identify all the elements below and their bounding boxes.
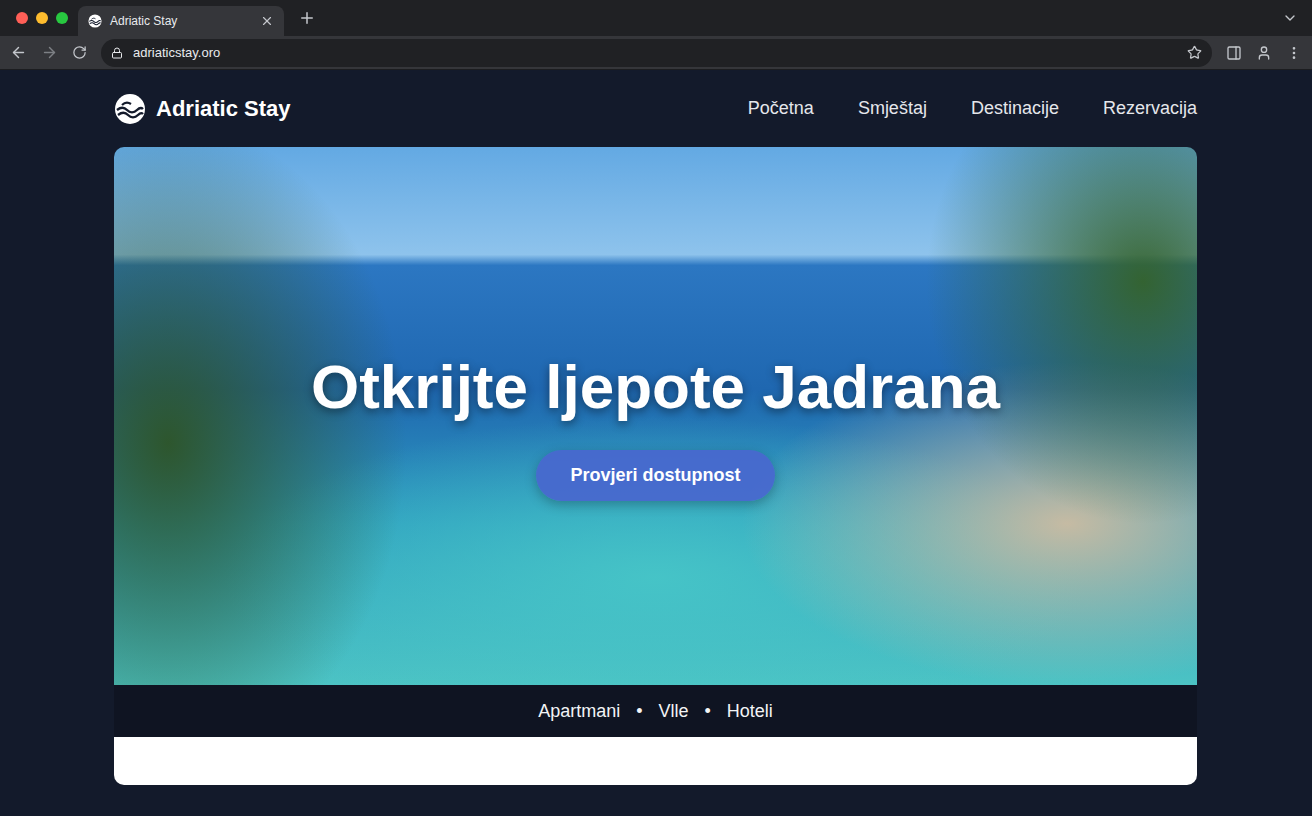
- reload-icon: [72, 45, 87, 60]
- favicon-icon: [88, 14, 102, 28]
- wave-logo-icon: [114, 93, 146, 125]
- side-panel-icon: [1226, 45, 1242, 61]
- nav-link[interactable]: Rezervacija: [1103, 98, 1197, 119]
- brand[interactable]: Adriatic Stay: [114, 93, 291, 125]
- menu-button[interactable]: [1286, 45, 1302, 61]
- chevron-down-icon: [1282, 10, 1298, 26]
- separator: •: [636, 701, 642, 722]
- tab-list-button[interactable]: [1282, 10, 1298, 26]
- content-panel: [114, 737, 1197, 785]
- maximize-window-button[interactable]: [56, 12, 68, 24]
- hero-title: Otkrijte ljepote Jadrana: [311, 351, 1000, 422]
- more-icon: [1286, 45, 1302, 61]
- brand-name: Adriatic Stay: [156, 96, 291, 122]
- browser-tab[interactable]: Adriatic Stay: [78, 6, 284, 36]
- close-window-button[interactable]: [16, 12, 28, 24]
- tab-title: Adriatic Stay: [110, 14, 252, 28]
- minimize-window-button[interactable]: [36, 12, 48, 24]
- page: Adriatic Stay Početna Smještaj Destinacije R…: [114, 70, 1197, 785]
- site-header: Adriatic Stay Početna Smještaj Destinacije R…: [114, 70, 1197, 147]
- new-tab-button[interactable]: [298, 9, 316, 27]
- category-link[interactable]: Apartmani: [538, 701, 620, 722]
- category-link[interactable]: Hoteli: [727, 701, 773, 722]
- plus-icon: [298, 9, 316, 27]
- tab-bar: Adriatic Stay: [0, 0, 1312, 36]
- back-button[interactable]: [10, 44, 27, 61]
- forward-button[interactable]: [41, 44, 58, 61]
- separator: •: [705, 701, 711, 722]
- window-controls: [16, 12, 68, 24]
- star-icon: [1187, 45, 1202, 60]
- user-icon: [1256, 45, 1272, 61]
- hero-photo: Otkrijte ljepote Jadrana Provjeri dostupn…: [114, 147, 1197, 685]
- nav-link[interactable]: Smještaj: [858, 98, 927, 119]
- bookmark-button[interactable]: [1187, 45, 1202, 60]
- nav-link[interactable]: Destinacije: [971, 98, 1059, 119]
- close-icon: [260, 14, 274, 28]
- side-panel-button[interactable]: [1226, 45, 1242, 61]
- browser-toolbar: adriaticstay.oro: [0, 36, 1312, 70]
- profile-button[interactable]: [1256, 45, 1272, 61]
- arrow-right-icon: [41, 44, 58, 61]
- main-nav: Početna Smještaj Destinacije Rezervacija: [748, 98, 1197, 119]
- close-tab-button[interactable]: [260, 14, 274, 28]
- reload-button[interactable]: [72, 45, 87, 60]
- category-link[interactable]: Vlle: [659, 701, 689, 722]
- address-bar[interactable]: adriaticstay.oro: [101, 39, 1212, 67]
- category-strip: Apartmani • Vlle • Hoteli: [114, 685, 1197, 737]
- browser-window: Adriatic Stay adriaticstay.oro Adriatic St…: [0, 0, 1312, 816]
- url-text: adriaticstay.oro: [133, 45, 1177, 60]
- nav-link[interactable]: Početna: [748, 98, 814, 119]
- lock-icon: [111, 47, 123, 59]
- arrow-left-icon: [10, 44, 27, 61]
- check-availability-button[interactable]: Provjeri dostupnost: [536, 450, 774, 501]
